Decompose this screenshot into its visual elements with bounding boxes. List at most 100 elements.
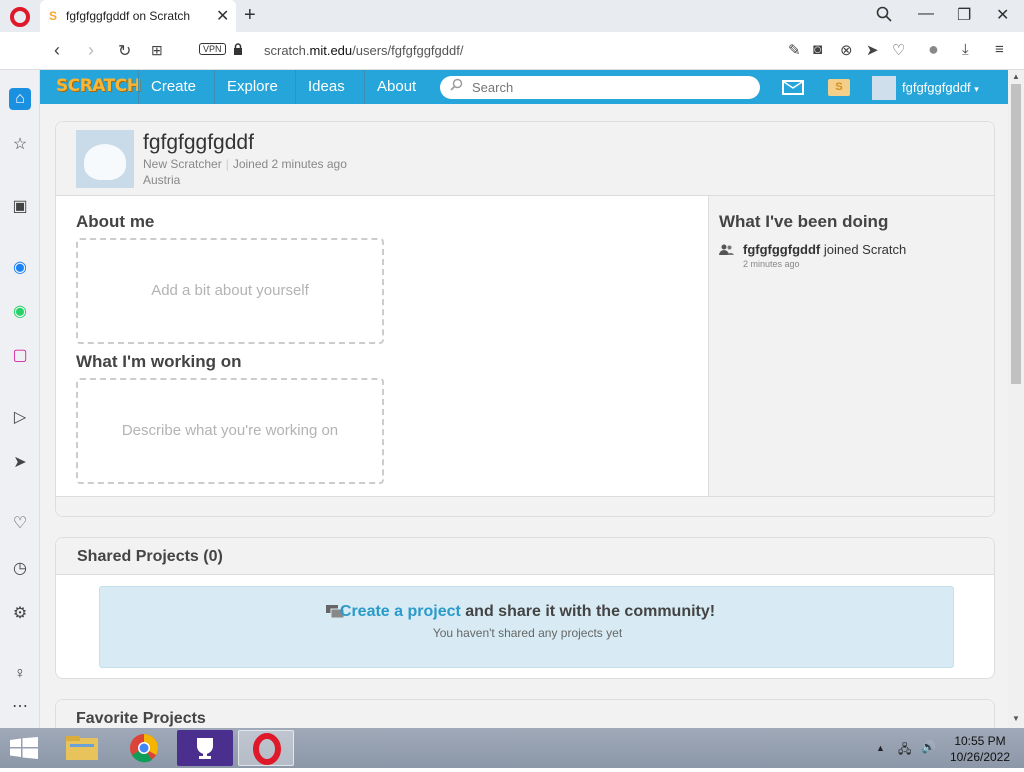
activity-username[interactable]: fgfgfggfgddf xyxy=(743,242,820,257)
windows-start-icon[interactable] xyxy=(10,737,38,759)
search-icon xyxy=(450,78,463,94)
instagram-icon[interactable]: ▢ xyxy=(9,345,31,367)
profile-avatar[interactable] xyxy=(76,130,134,188)
page-content: fgfgfggfgddf New Scratcher | Joined 2 minu… xyxy=(40,104,1008,728)
profile-country: Austria xyxy=(143,173,181,187)
volume-icon[interactable]: 🔊 xyxy=(921,740,936,754)
block-icon[interactable]: ⊗ xyxy=(840,41,853,59)
shared-projects-title[interactable]: Shared Projects (0) xyxy=(77,548,223,566)
search-box[interactable] xyxy=(440,76,760,99)
working-on-field[interactable]: Describe what you're working on xyxy=(76,378,384,484)
create-project-link[interactable]: Create a project xyxy=(340,603,461,620)
working-on-heading: What I'm working on xyxy=(76,352,242,371)
banner-message: Create a project and share it with the c… xyxy=(100,603,955,621)
tray-expand-icon[interactable]: ▲ xyxy=(876,743,885,753)
banner-subtext: You haven't shared any projects yet xyxy=(432,626,623,640)
scroll-thumb[interactable] xyxy=(1011,84,1021,384)
settings-gear-icon[interactable]: ⚙ xyxy=(9,603,31,625)
clock-time[interactable]: 10:55 PM xyxy=(945,734,1015,748)
profile-header: fgfgfggfgddf New Scratcher | Joined 2 minu… xyxy=(56,122,994,196)
scratcher-status: New Scratcher xyxy=(143,157,222,171)
profile-details: About me Add a bit about yourself What I… xyxy=(56,196,708,496)
history-icon[interactable]: ◷ xyxy=(9,558,31,580)
camera-icon[interactable]: ◙ xyxy=(813,41,822,58)
more-icon[interactable]: ⋯ xyxy=(9,696,31,718)
scratch-logo[interactable]: SCRATCH xyxy=(56,76,141,96)
window-close-icon[interactable]: ✕ xyxy=(996,5,1009,25)
favorite-projects-title[interactable]: Favorite Projects xyxy=(76,710,206,728)
profile-username: fgfgfggfgddf xyxy=(143,131,254,154)
lock-icon[interactable] xyxy=(233,42,243,55)
page-scrollbar[interactable]: ▲ ▼ xyxy=(1008,70,1024,728)
heart-icon[interactable]: ♡ xyxy=(9,513,31,535)
download-icon[interactable]: ⤓ xyxy=(962,41,969,58)
nav-ideas[interactable]: Ideas xyxy=(295,70,357,104)
opera-sidebar: ⌂ ☆ ▣ ◉ ◉ ▢ ▷ ➤ ♡ ◷ ⚙ ♀ ⋯ xyxy=(0,70,40,728)
vpn-badge[interactable]: VPN xyxy=(199,43,226,55)
tabs-grid-icon[interactable]: ⊞ xyxy=(151,42,163,59)
windows-taskbar: ▲ 🖧 🔊 10:55 PM 10/26/2022 xyxy=(0,728,1024,768)
nav-about[interactable]: About xyxy=(364,70,428,104)
shared-projects-header: Shared Projects (0) xyxy=(56,538,994,575)
shopping-bag-icon[interactable]: ▣ xyxy=(9,196,31,218)
scratch-favicon-icon: S xyxy=(49,9,58,23)
user-avatar[interactable] xyxy=(872,76,896,100)
dropdown-caret-icon: ▾ xyxy=(974,84,979,94)
messenger-icon[interactable]: ◉ xyxy=(9,257,31,279)
trophy-app-icon[interactable] xyxy=(177,730,233,766)
whatsapp-icon[interactable]: ◉ xyxy=(9,301,31,323)
profile-icon[interactable]: ● xyxy=(928,39,939,60)
restore-icon[interactable]: ❐ xyxy=(957,5,971,25)
search-input[interactable] xyxy=(472,79,752,95)
chrome-icon[interactable] xyxy=(116,730,172,766)
my-stuff-icon[interactable]: S xyxy=(828,79,850,96)
url-field[interactable]: scratch.mit.edu/users/fgfgfggfgddf/ xyxy=(264,43,463,58)
browser-tab-bar: S fgfgfggfgddf on Scratch ✕ + — ❐ ✕ xyxy=(0,0,1024,32)
tab-close-icon[interactable]: ✕ xyxy=(216,6,229,26)
users-icon xyxy=(719,244,734,258)
activity-item: fgfgfggfgddf joined Scratch xyxy=(743,242,906,257)
forward-icon[interactable]: › xyxy=(88,40,94,61)
favorite-projects-box: Favorite Projects xyxy=(55,699,995,728)
star-icon[interactable]: ☆ xyxy=(9,134,31,156)
tab-title: fgfgfggfgddf on Scratch xyxy=(66,9,191,23)
address-bar: ‹ › ↻ ⊞ VPN scratch.mit.edu/users/fgfgfg… xyxy=(0,32,1024,70)
minimize-icon[interactable]: — xyxy=(918,5,934,23)
profile-status: New Scratcher | Joined 2 minutes ago xyxy=(143,157,347,171)
clock-date[interactable]: 10/26/2022 xyxy=(945,750,1015,764)
opera-taskbar-icon[interactable] xyxy=(238,730,294,766)
search-tabs-icon[interactable] xyxy=(876,6,892,27)
player-icon[interactable]: ▷ xyxy=(9,407,31,429)
activity-time: 2 minutes ago xyxy=(743,259,800,269)
send-icon[interactable]: ➤ xyxy=(866,41,879,59)
cat-face-icon xyxy=(84,144,126,180)
messages-icon[interactable] xyxy=(782,80,804,95)
send-icon[interactable]: ➤ xyxy=(9,452,31,474)
scroll-up-icon[interactable]: ▲ xyxy=(1012,72,1020,81)
account-menu[interactable]: fgfgfggfgddf ▾ xyxy=(902,80,979,95)
activity-heading: What I've been doing xyxy=(719,212,889,231)
easy-setup-icon[interactable]: ≡ xyxy=(995,41,1004,58)
nav-create[interactable]: Create xyxy=(138,70,208,104)
network-icon[interactable]: 🖧 xyxy=(898,740,911,761)
profile-box: fgfgfggfgddf New Scratcher | Joined 2 minu… xyxy=(55,121,995,517)
about-me-field[interactable]: Add a bit about yourself xyxy=(76,238,384,344)
opera-menu-icon[interactable] xyxy=(10,7,30,27)
browser-tab[interactable]: S fgfgfggfgddf on Scratch ✕ xyxy=(40,0,236,32)
new-tab-icon[interactable]: + xyxy=(244,4,256,27)
heart-icon[interactable]: ♡ xyxy=(892,41,905,59)
reload-icon[interactable]: ↻ xyxy=(118,41,131,61)
favorite-projects-header: Favorite Projects xyxy=(56,700,994,728)
lightbulb-icon[interactable]: ♀ xyxy=(9,663,31,685)
scroll-down-icon[interactable]: ▼ xyxy=(1012,714,1020,723)
url-path: /users/fgfgfggfgddf/ xyxy=(352,43,464,58)
empty-projects-banner: Create a project and share it with the c… xyxy=(99,586,954,668)
edit-icon[interactable]: ✎ xyxy=(788,41,801,59)
url-host: mit.edu xyxy=(309,43,353,58)
back-icon[interactable]: ‹ xyxy=(54,40,60,61)
home-icon[interactable]: ⌂ xyxy=(9,88,31,110)
nav-explore[interactable]: Explore xyxy=(214,70,290,104)
file-explorer-icon[interactable] xyxy=(54,730,110,766)
profile-footer xyxy=(56,496,994,516)
activity-panel: What I've been doing fgfgfggfgddf joined… xyxy=(708,196,994,496)
